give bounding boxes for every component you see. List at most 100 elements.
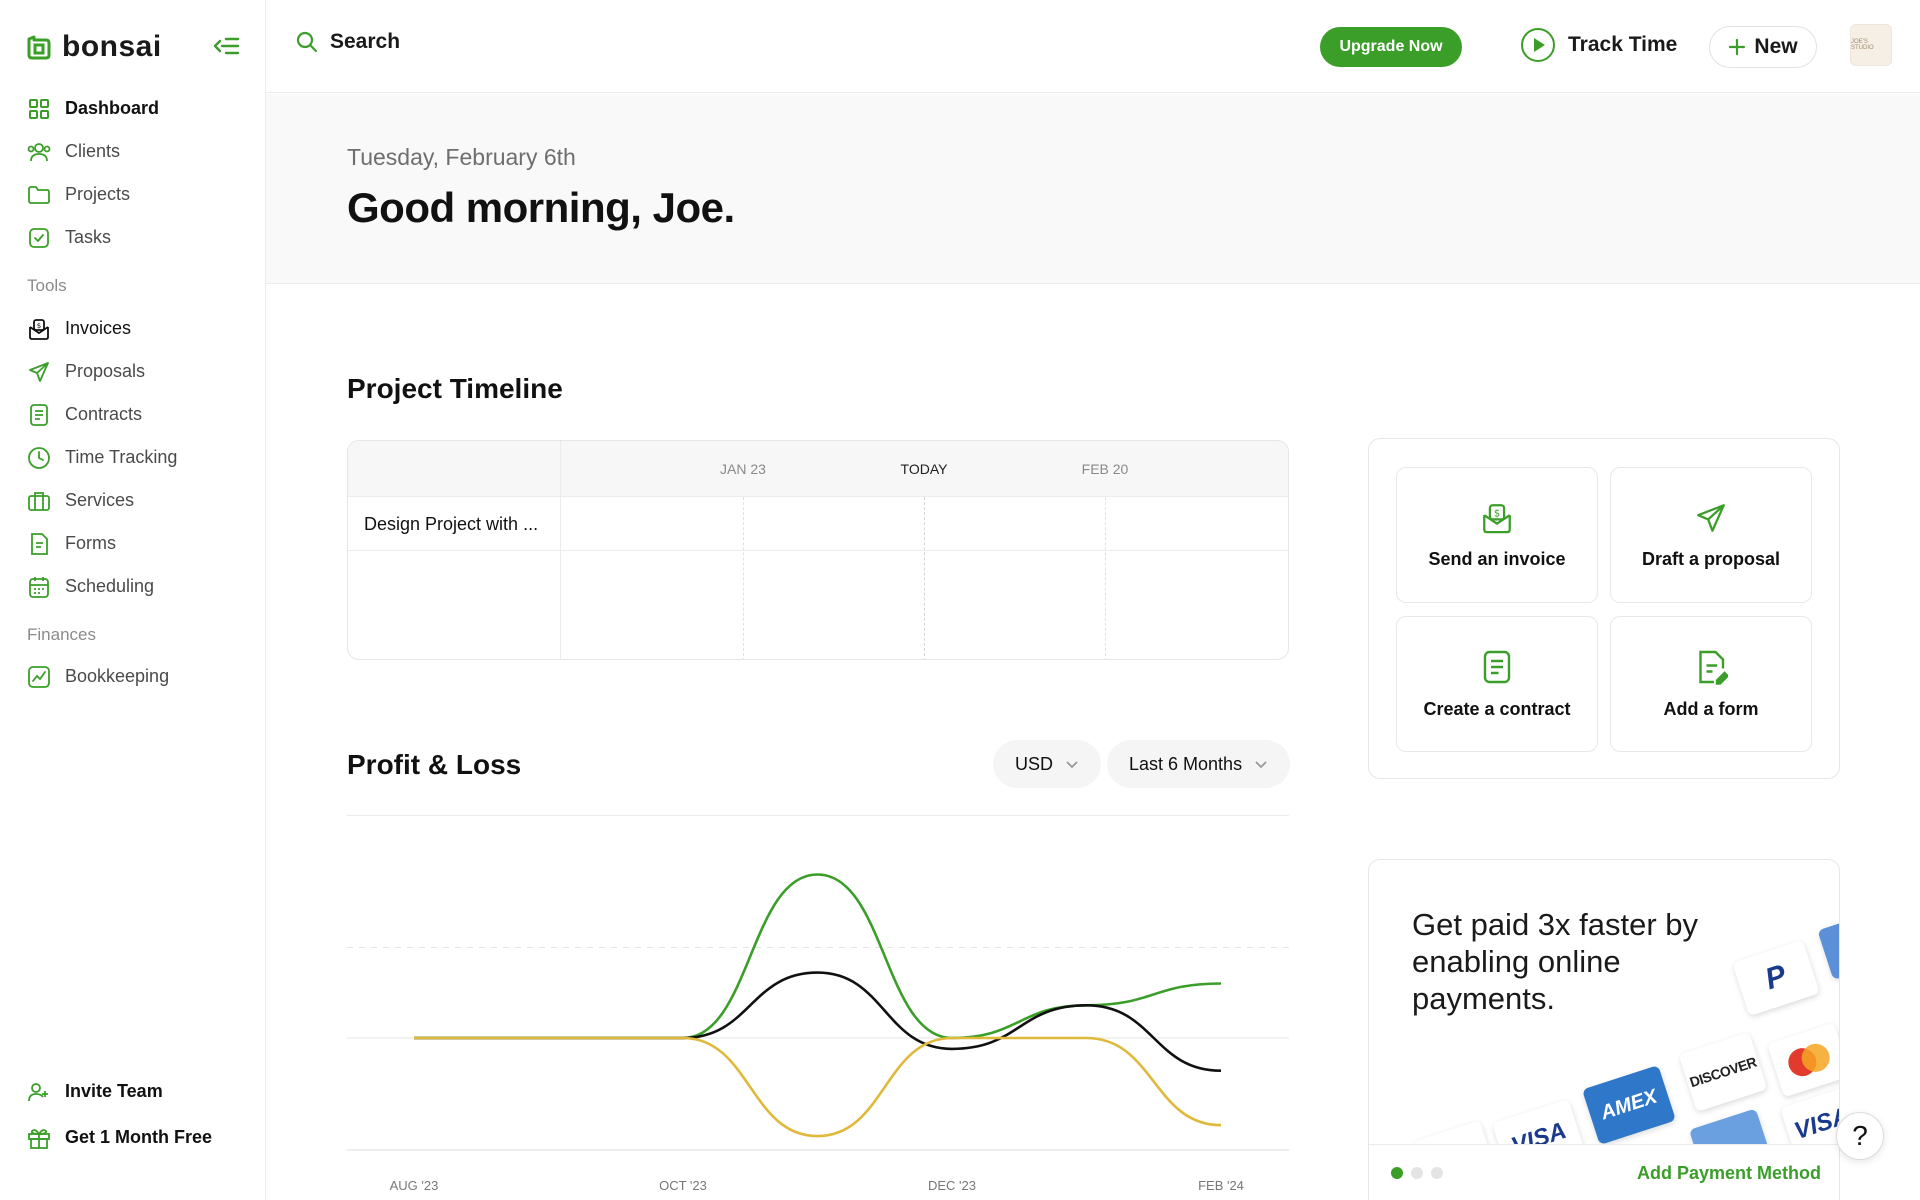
timeline-header — [348, 441, 1288, 497]
bonsai-logo[interactable]: bonsai — [26, 30, 162, 64]
sidebar-item-projects[interactable]: Projects — [0, 173, 266, 216]
sidebar-item-time-tracking[interactable]: Time Tracking — [0, 436, 266, 479]
profit-loss-title: Profit & Loss — [347, 749, 522, 780]
sidebar-item-services[interactable]: Services — [0, 479, 266, 522]
current-date: Tuesday, February 6th — [347, 144, 576, 170]
sidebar-item-label: Scheduling — [65, 576, 155, 596]
grid-icon — [27, 97, 51, 121]
currency-value: USD — [1015, 753, 1054, 774]
users-icon — [27, 140, 51, 164]
mastercard-logo — [1788, 1043, 1830, 1077]
discover-card: DISCOVER — [1678, 1032, 1768, 1112]
project-timeline-title: Project Timeline — [347, 373, 563, 404]
timeline-project-row[interactable]: Design Project with ... — [348, 497, 1288, 551]
carousel-dots — [1391, 1167, 1443, 1179]
get-free-month-button[interactable]: Get 1 Month Free — [0, 1116, 266, 1159]
top-bar: Search Upgrade Now Track Time New JOE'S … — [266, 0, 1920, 93]
sidebar-bottom-nav: Invite Team Get 1 Month Free — [0, 1070, 266, 1159]
document-icon — [27, 403, 51, 427]
sidebar-item-label: Tasks — [65, 227, 112, 247]
project-name: Design Project with ... — [364, 514, 539, 534]
collapse-sidebar-icon[interactable] — [212, 34, 240, 58]
sidebar-item-label: Services — [65, 490, 135, 510]
sidebar-item-scheduling[interactable]: Scheduling — [0, 565, 266, 608]
amex-card: AMEX — [1581, 1065, 1677, 1145]
sidebar-item-label: Proposals — [65, 361, 146, 381]
sidebar-item-label: Clients — [65, 141, 121, 161]
action-label: Create a contract — [1423, 698, 1571, 719]
finances-section-label: Finances — [27, 625, 96, 644]
sidebar-item-invoices[interactable]: $ Invoices — [0, 307, 266, 350]
promo-text: Get paid 3x faster by enabling online pa… — [1412, 907, 1699, 1016]
visa-logo: VISA — [1791, 1102, 1840, 1146]
bonsai-logo-icon — [27, 35, 51, 60]
invite-team-button[interactable]: Invite Team — [0, 1070, 266, 1113]
sidebar-item-contracts[interactable]: Contracts — [0, 393, 266, 436]
greeting-header: Tuesday, February 6th Good morning, Joe. — [266, 94, 1920, 284]
add-payment-method-link[interactable]: Add Payment Method — [1637, 1163, 1821, 1184]
sidebar-item-tasks[interactable]: Tasks — [0, 216, 266, 259]
sidebar-item-forms[interactable]: Forms — [0, 522, 266, 565]
timeline-date-today: TODAY — [900, 461, 948, 477]
document-icon — [1483, 650, 1511, 683]
sidebar-item-proposals[interactable]: Proposals — [0, 350, 266, 393]
sidebar-item-label: Get 1 Month Free — [65, 1127, 213, 1147]
search-bar[interactable]: Search — [296, 30, 400, 54]
play-icon — [1521, 28, 1555, 62]
folder-icon — [27, 183, 51, 207]
sidebar-item-label: Projects — [65, 184, 131, 204]
carousel-dot[interactable] — [1431, 1167, 1443, 1179]
quick-actions-panel: $ Send an invoice Draft a proposal Creat… — [1368, 438, 1840, 779]
track-time-label: Track Time — [1568, 33, 1678, 56]
sidebar-item-clients[interactable]: Clients — [0, 130, 266, 173]
form-icon — [27, 532, 51, 556]
sidebar-item-label: Bookkeeping — [65, 666, 170, 686]
add-form-card[interactable]: Add a form — [1610, 616, 1812, 752]
currency-dropdown[interactable]: USD — [993, 740, 1102, 788]
clock-icon — [27, 446, 51, 470]
promo-footer: Add Payment Method — [1369, 1144, 1839, 1200]
create-contract-card[interactable]: Create a contract — [1396, 616, 1598, 752]
chart-series-line — [413, 1036, 1222, 1138]
briefcase-icon — [27, 489, 51, 513]
invoice-icon: $ — [1483, 503, 1511, 533]
sidebar-item-label: Dashboard — [65, 98, 160, 118]
draft-proposal-card[interactable]: Draft a proposal — [1610, 467, 1812, 603]
sidebar-item-dashboard[interactable]: Dashboard — [0, 87, 266, 130]
chart-x-tick-label: AUG '23 — [390, 1178, 439, 1193]
sidebar-item-label: Time Tracking — [65, 447, 178, 467]
brand-name: bonsai — [62, 30, 162, 63]
track-time-button[interactable]: Track Time — [1520, 27, 1677, 63]
date-range-dropdown[interactable]: Last 6 Months — [1107, 740, 1291, 788]
calendar-icon — [27, 575, 51, 599]
finances-nav: Bookkeeping — [0, 655, 266, 698]
search-label: Search — [330, 30, 401, 53]
send-invoice-card[interactable]: $ Send an invoice — [1396, 467, 1598, 603]
carousel-dot[interactable] — [1391, 1167, 1403, 1179]
payments-promo-card: Get paid 3x faster by enabling online pa… — [1368, 859, 1840, 1200]
svg-text:$: $ — [37, 322, 41, 330]
chart-x-tick-label: OCT '23 — [659, 1178, 707, 1193]
section-divider — [347, 815, 1289, 816]
sidebar-item-label: Forms — [65, 533, 116, 553]
sidebar-item-label: Contracts — [65, 404, 143, 424]
discover-logo: DISCOVER — [1687, 1053, 1759, 1091]
project-timeline: JAN 23 TODAY FEB 20 Design Project with … — [347, 440, 1289, 660]
action-label: Draft a proposal — [1641, 548, 1781, 569]
new-label: New — [1754, 35, 1798, 58]
gift-icon — [27, 1126, 51, 1150]
greeting-title: Good morning, Joe. — [347, 184, 735, 231]
carousel-dot[interactable] — [1411, 1167, 1423, 1179]
sidebar-item-label: Invite Team — [65, 1081, 163, 1101]
date-range-value: Last 6 Months — [1129, 753, 1243, 774]
svg-text:$: $ — [1494, 508, 1500, 519]
action-label: Add a form — [1663, 698, 1759, 719]
search-icon — [296, 31, 318, 53]
upgrade-now-button[interactable]: Upgrade Now — [1320, 27, 1462, 67]
avatar[interactable]: JOE'S STUDIO — [1850, 24, 1892, 66]
help-button[interactable]: ? — [1836, 1112, 1884, 1160]
new-button[interactable]: New — [1709, 26, 1817, 68]
plus-icon — [1729, 38, 1746, 56]
paypal-card: P — [1732, 939, 1820, 1017]
sidebar-item-bookkeeping[interactable]: Bookkeeping — [0, 655, 266, 698]
